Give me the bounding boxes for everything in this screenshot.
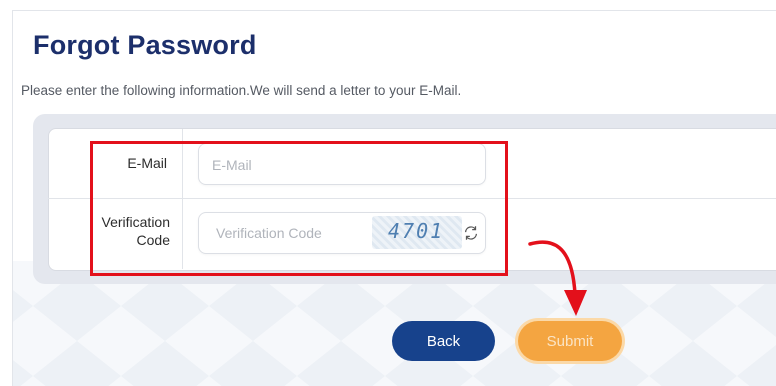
- back-button[interactable]: Back: [392, 321, 495, 361]
- submit-button[interactable]: Submit: [518, 321, 622, 361]
- page-subtitle: Please enter the following information.W…: [21, 83, 462, 98]
- highlight-box: [90, 141, 508, 276]
- red-arrow-icon: [528, 240, 587, 316]
- page-title: Forgot Password: [33, 30, 257, 60]
